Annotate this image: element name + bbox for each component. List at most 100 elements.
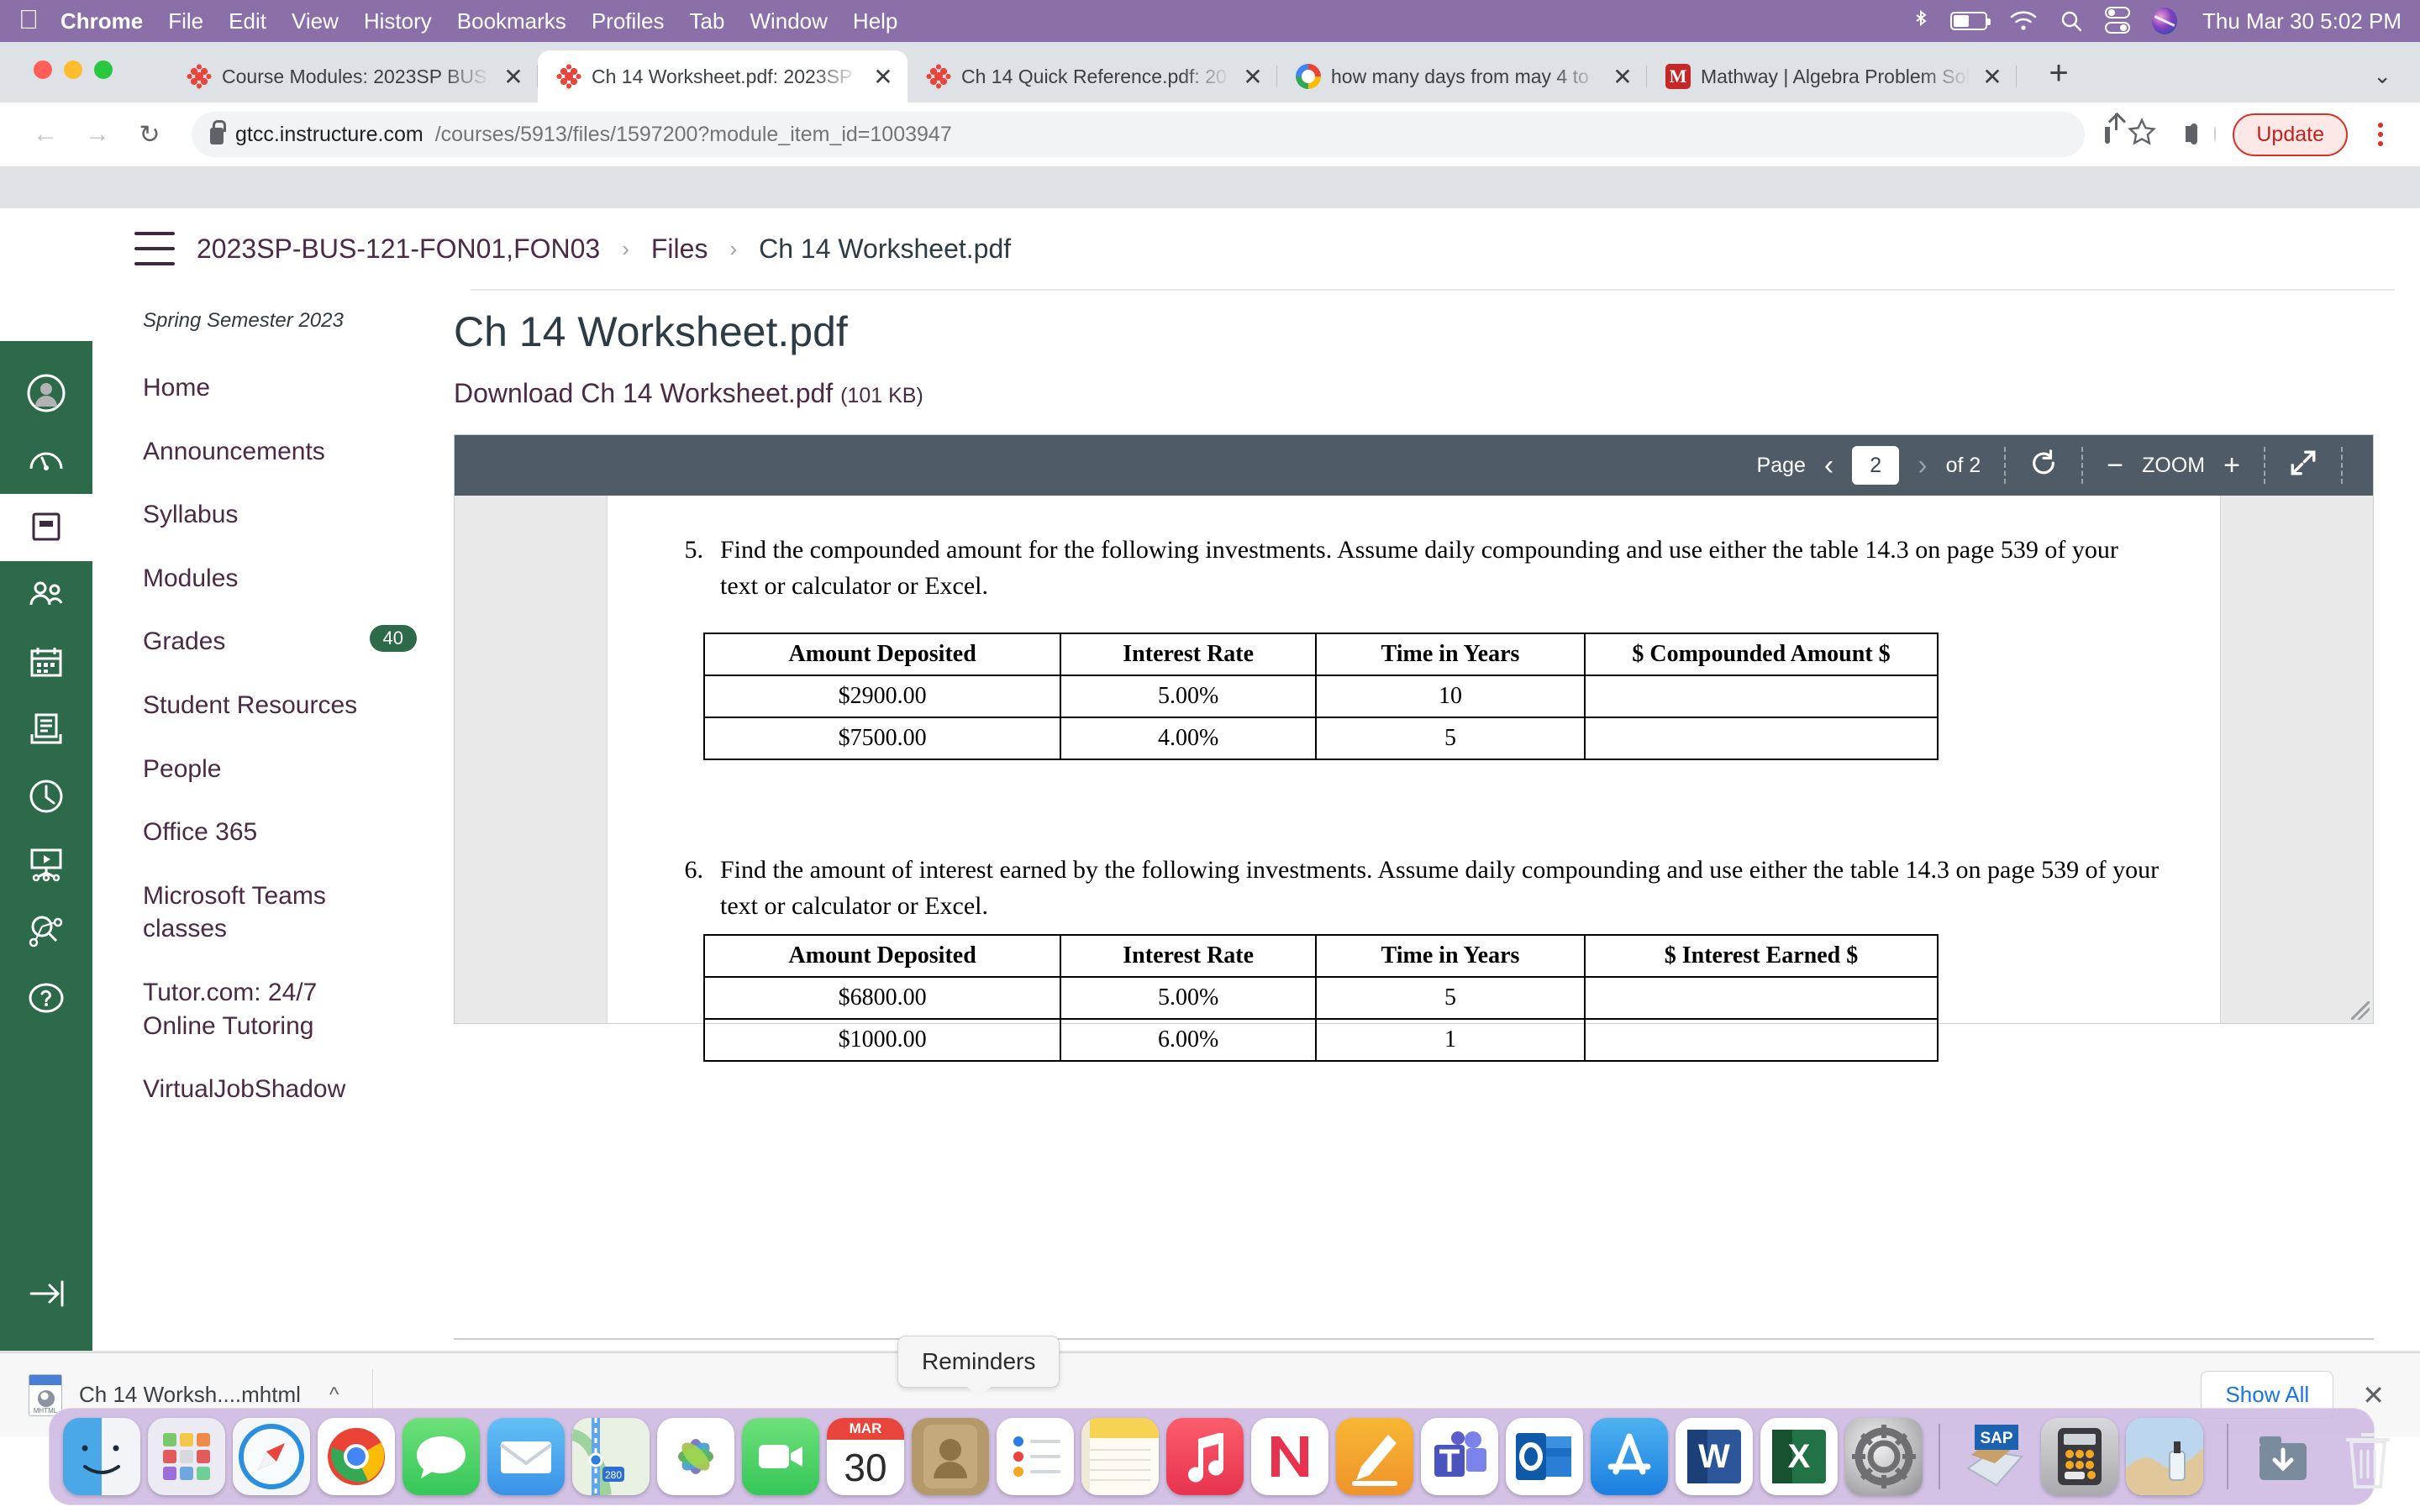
breadcrumb-files[interactable]: Files [651,234,708,265]
dock-item-messages[interactable] [402,1418,480,1495]
dock-item-screenshot[interactable] [2126,1418,2203,1495]
dock-item-app-store[interactable] [1591,1418,1668,1495]
global-nav-courses[interactable] [0,494,92,561]
menu-item-tab[interactable]: Tab [690,8,725,34]
dock-item-contacts[interactable] [912,1418,989,1495]
close-window-button[interactable] [34,60,52,79]
dock-item-calendar[interactable]: MAR 30 [827,1418,904,1495]
menubar-clock[interactable]: Thu Mar 30 5:02 PM [2202,8,2402,34]
tab-search-caret-icon[interactable]: ⌄ [2373,63,2391,89]
dock-item-microsoft-teams[interactable] [1421,1418,1498,1495]
expand-arrows-icon[interactable] [2289,449,2317,483]
breadcrumb-course[interactable]: 2023SP-BUS-121-FON01,FON03 [197,234,600,265]
global-nav-calendar[interactable] [0,628,92,696]
dock-item-sap[interactable]: SAP [1956,1418,2033,1495]
share-icon[interactable] [2105,127,2111,144]
course-nav-grades[interactable]: Grades 40 [92,610,445,674]
course-nav-student-resources[interactable]: Student Resources [92,674,445,738]
spotlight-search-icon[interactable] [2060,9,2083,33]
global-nav-commons[interactable] [0,897,92,964]
dock-item-system-settings[interactable] [1845,1418,1923,1495]
apple-icon[interactable]:  [18,6,39,33]
chevron-left-icon[interactable]: ‹ [1824,451,1833,480]
wifi-icon[interactable] [2009,10,2038,32]
dock-item-music[interactable] [1166,1418,1244,1495]
menu-item-help[interactable]: Help [853,8,897,34]
menu-item-file[interactable]: File [168,8,203,34]
browser-tab-1[interactable]: Ch 14 Worksheet.pdf: 2023SP ✕ [538,50,908,102]
dock-item-launchpad[interactable] [148,1418,225,1495]
dock-item-calculator[interactable] [2041,1418,2118,1495]
global-nav-account[interactable] [0,360,92,427]
dock-item-facetime[interactable] [742,1418,819,1495]
browser-tab-3[interactable]: how many days from may 4 to ✕ [1277,50,1647,102]
tab-close-button[interactable]: ✕ [1610,63,1635,91]
tab-close-button[interactable]: ✕ [1980,63,2005,91]
course-nav-office365[interactable]: Office 365 [92,801,445,864]
dock-item-microsoft-word[interactable]: W [1676,1418,1753,1495]
tab-close-button[interactable]: ✕ [501,63,526,91]
global-nav-history[interactable] [0,763,92,830]
menu-item-window[interactable]: Window [750,8,827,34]
pdf-canvas-area[interactable]: 5. Find the compounded amount for the fo… [455,496,2373,1063]
side-panel-icon[interactable] [2191,123,2198,144]
resize-handle[interactable] [2351,1001,2370,1020]
menu-item-profiles[interactable]: Profiles [592,8,665,34]
menu-item-view[interactable]: View [292,8,339,34]
page-number-input[interactable]: 2 [1852,446,1900,485]
browser-tab-2[interactable]: Ch 14 Quick Reference.pdf: 20 ✕ [908,50,1277,102]
menu-item-bookmarks[interactable]: Bookmarks [457,8,566,34]
course-nav-people[interactable]: People [92,738,445,801]
forward-button[interactable]: → [76,113,119,156]
global-nav-groups[interactable] [0,561,92,628]
browser-tab-4[interactable]: M Mathway | Algebra Problem Sol ✕ [1647,50,2017,102]
zoom-out-button[interactable]: − [2107,449,2123,482]
menu-kebab-icon[interactable] [2365,123,2396,146]
dock-item-finder[interactable] [63,1418,140,1495]
chevron-up-icon[interactable]: ^ [329,1383,339,1407]
dock-item-microsoft-outlook[interactable] [1506,1418,1583,1495]
maximize-window-button[interactable] [94,60,113,79]
global-nav-studio[interactable] [0,830,92,897]
dock-item-freeform[interactable] [1336,1418,1413,1495]
dock-item-microsoft-excel[interactable]: X [1760,1418,1838,1495]
menu-item-chrome[interactable]: Chrome [60,8,143,34]
new-tab-button[interactable]: + [2039,55,2079,92]
close-shelf-button[interactable]: ✕ [2355,1379,2391,1411]
hamburger-menu-icon[interactable] [134,232,175,265]
global-nav-dashboard[interactable] [0,427,92,494]
control-center-icon[interactable] [2105,7,2130,35]
dock-item-mail[interactable] [487,1418,565,1495]
course-nav-modules[interactable]: Modules [92,547,445,611]
course-nav-announcements[interactable]: Announcements [92,420,445,484]
bluetooth-icon[interactable] [1913,9,1928,33]
browser-tab-0[interactable]: Course Modules: 2023SP BUS ✕ [168,50,538,102]
reload-button[interactable]: ↻ [128,113,171,156]
dock-item-maps[interactable]: 280 [572,1418,650,1495]
rotate-icon[interactable] [2029,449,2058,483]
course-nav-home[interactable]: Home [92,356,445,420]
chevron-right-icon[interactable]: › [1918,451,1927,480]
update-button[interactable]: Update [2233,113,2348,156]
dock-item-safari[interactable] [233,1418,310,1495]
dock-item-reminders[interactable] [997,1418,1074,1495]
zoom-in-button[interactable]: + [2223,449,2240,482]
dock-item-notes[interactable] [1081,1418,1159,1495]
address-bar[interactable]: gtcc.instructure.com/courses/5913/files/… [192,112,2086,157]
minimize-window-button[interactable] [64,60,82,79]
bookmark-star-icon[interactable] [2127,117,2157,152]
course-nav-syllabus[interactable]: Syllabus [92,483,445,547]
global-nav-inbox[interactable] [0,696,92,763]
menu-item-history[interactable]: History [364,8,432,34]
battery-icon[interactable] [1950,12,1991,30]
course-nav-virtualjobshadow[interactable]: VirtualJobShadow [92,1058,445,1121]
menu-item-edit[interactable]: Edit [229,8,266,34]
course-nav-tutor[interactable]: Tutor.com: 24/7 Online Tutoring [92,961,445,1058]
window-traffic-lights[interactable] [34,60,113,79]
trash-icon[interactable] [2329,1418,2407,1495]
tab-close-button[interactable]: ✕ [1240,63,1265,91]
course-nav-teams[interactable]: Microsoft Teams classes [92,864,445,961]
dock-item-photos[interactable] [657,1418,734,1495]
siri-icon[interactable] [2152,8,2177,34]
download-file-link[interactable]: Download Ch 14 Worksheet.pdf [454,378,833,408]
